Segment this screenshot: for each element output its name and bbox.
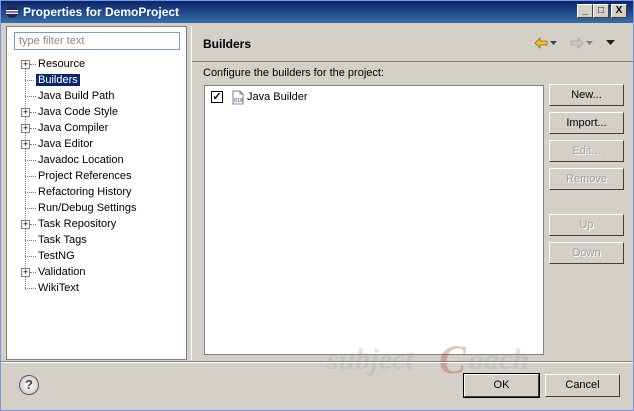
new-button[interactable]: New... <box>549 84 624 106</box>
svg-text:oach: oach <box>469 343 529 376</box>
tree-item-task-tags[interactable]: Task Tags <box>7 232 187 248</box>
view-menu-icon[interactable] <box>606 40 615 46</box>
builders-list: ✓ 010 Java Builder <box>204 85 544 355</box>
preference-tree-panel: + Resource Builders Java Build Path + Ja… <box>6 26 187 360</box>
ok-button[interactable]: OK <box>463 373 540 398</box>
tree-item-run-debug-settings[interactable]: Run/Debug Settings <box>7 200 187 216</box>
tree-item-label: Builders <box>35 73 81 87</box>
svg-text:010: 010 <box>234 98 243 104</box>
tree-item-resource[interactable]: + Resource <box>7 56 187 72</box>
tree-item-label: Javadoc Location <box>38 154 124 166</box>
forward-arrow-icon[interactable] <box>570 37 584 49</box>
tree-item-label: Java Editor <box>38 138 94 150</box>
back-dropdown-icon[interactable] <box>550 41 557 46</box>
svg-text:C: C <box>439 337 467 381</box>
down-button[interactable]: Down <box>549 242 624 264</box>
up-button[interactable]: Up <box>549 214 624 236</box>
tree-item-label: Java Compiler <box>38 122 109 134</box>
tree-item-label: Task Tags <box>38 234 87 246</box>
tree-item-testng[interactable]: TestNG <box>7 248 187 264</box>
expand-icon[interactable]: + <box>21 220 30 229</box>
expand-icon[interactable]: + <box>21 268 30 277</box>
title-bar[interactable]: Properties for DemoProject _ □ X <box>1 1 633 23</box>
expand-icon[interactable]: + <box>21 60 30 69</box>
forward-dropdown-icon[interactable] <box>586 41 593 46</box>
window-title: Properties for DemoProject <box>23 5 180 19</box>
import-button[interactable]: Import... <box>549 112 624 134</box>
tree-item-wikitext[interactable]: WikiText <box>7 280 187 296</box>
tree-item-java-code-style[interactable]: + Java Code Style <box>7 104 187 120</box>
maximize-button[interactable]: □ <box>593 4 609 18</box>
tree-item-java-editor[interactable]: + Java Editor <box>7 136 187 152</box>
tree-item-java-build-path[interactable]: Java Build Path <box>7 88 187 104</box>
tree-item-label: Refactoring History <box>38 186 132 198</box>
tree-item-label: Java Code Style <box>38 106 119 118</box>
tree-item-label: Java Build Path <box>38 90 115 102</box>
java-builder-icon: 010 <box>232 90 244 105</box>
close-button[interactable]: X <box>611 4 627 18</box>
list-item[interactable]: ✓ 010 Java Builder <box>209 89 539 105</box>
page-description: Configure the builders for the project: <box>203 67 384 79</box>
remove-button[interactable]: Remove <box>549 168 624 190</box>
expand-icon[interactable]: + <box>21 124 30 133</box>
filter-input[interactable] <box>14 32 180 50</box>
edit-button[interactable]: Edit... <box>549 140 624 162</box>
builder-label: Java Builder <box>247 91 308 103</box>
tree-item-label: Run/Debug Settings <box>38 202 137 214</box>
tree-item-javadoc-location[interactable]: Javadoc Location <box>7 152 187 168</box>
property-page: Builders Configure the builders for the … <box>191 26 633 360</box>
back-arrow-icon[interactable] <box>534 37 548 49</box>
footer-separator <box>1 361 633 363</box>
page-header: Builders <box>192 26 633 62</box>
expand-icon[interactable]: + <box>21 140 30 149</box>
tree-item-label: WikiText <box>38 282 79 294</box>
tree-item-refactoring-history[interactable]: Refactoring History <box>7 184 187 200</box>
eclipse-icon <box>6 6 18 18</box>
tree-item-validation[interactable]: + Validation <box>7 264 187 280</box>
properties-dialog: Properties for DemoProject _ □ X + Resou… <box>0 0 634 411</box>
tree-item-label: TestNG <box>38 250 75 262</box>
page-title: Builders <box>203 37 252 51</box>
tree-item-java-compiler[interactable]: + Java Compiler <box>7 120 187 136</box>
minimize-button[interactable]: _ <box>577 4 593 18</box>
svg-text:subject: subject <box>327 343 415 376</box>
cancel-button[interactable]: Cancel <box>545 374 620 397</box>
tree-item-project-references[interactable]: Project References <box>7 168 187 184</box>
tree-item-label: Resource <box>38 58 86 70</box>
builder-checkbox[interactable]: ✓ <box>211 91 223 103</box>
tree-item-label: Validation <box>38 266 86 278</box>
tree-item-label: Task Repository <box>38 218 117 230</box>
tree-item-task-repository[interactable]: + Task Repository <box>7 216 187 232</box>
tree-item-builders[interactable]: Builders <box>7 72 187 88</box>
help-icon[interactable]: ? <box>19 375 39 395</box>
tree-item-label: Project References <box>38 170 132 182</box>
expand-icon[interactable]: + <box>21 108 30 117</box>
